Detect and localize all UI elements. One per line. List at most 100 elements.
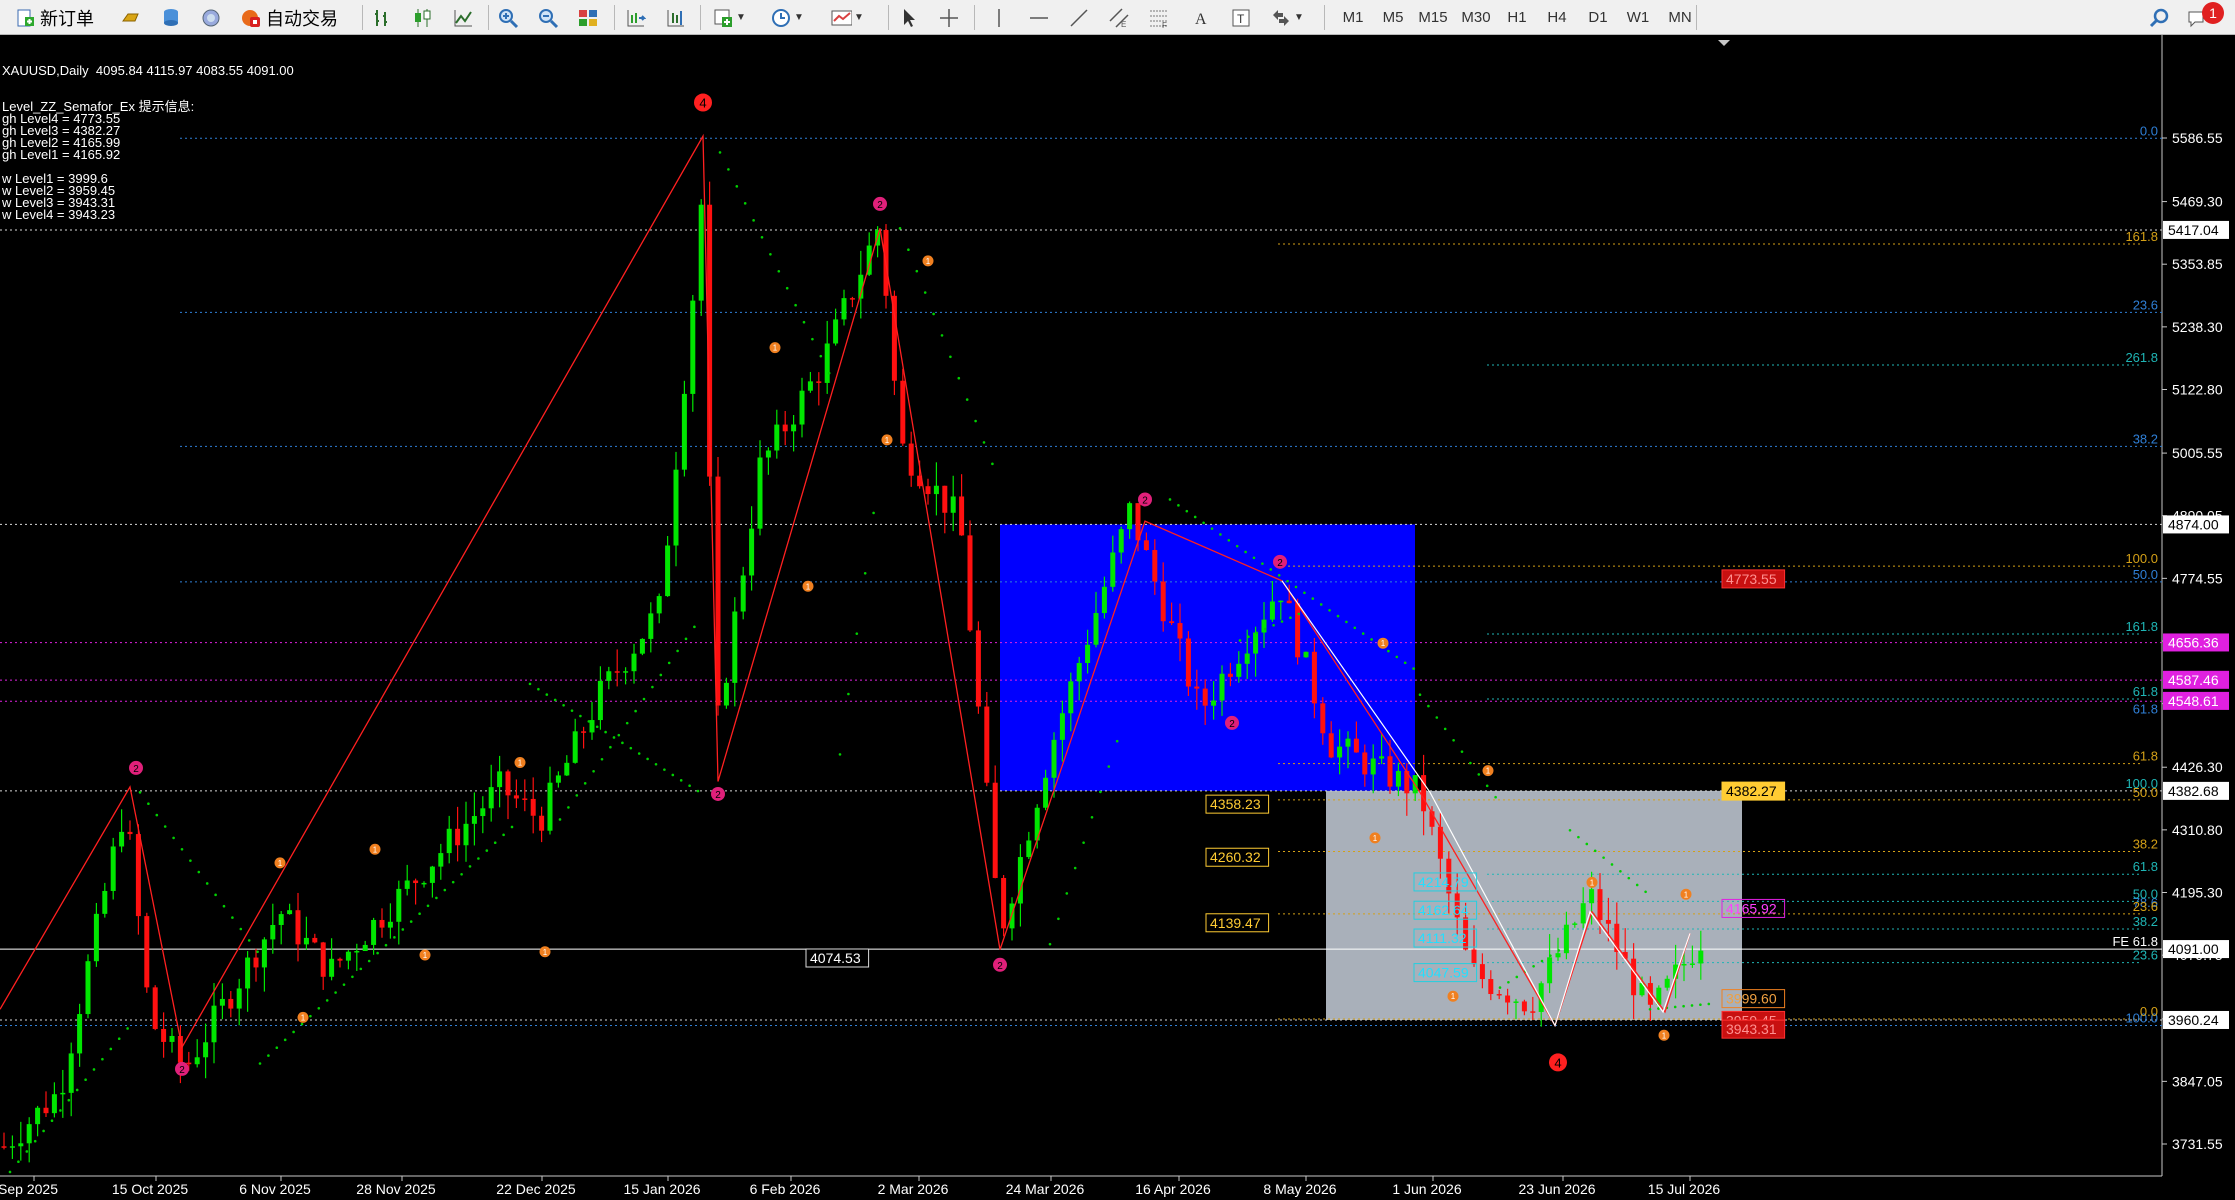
candle-body [975,630,981,707]
timeframe-w1-button[interactable]: W1 [1619,3,1657,32]
sar-dot [811,337,814,341]
sar-dot [679,779,683,782]
periodicity-menu-button[interactable]: ▼ [770,3,810,32]
price-chart[interactable]: 4 4 2 2 2 2 2 2 2 2 1 1 1 1 1 1 1 1 1 1 1 1 1 1 1 1 1 4358.23 4260.3… [0,35,2235,1200]
candle-body [1496,994,1502,996]
sar-dot [247,939,251,942]
candle-body [1177,623,1183,639]
text-tool-button[interactable]: A [1190,3,1216,32]
timeframe-m1-button[interactable]: M1 [1334,3,1372,32]
candle-body [127,831,133,835]
search-button[interactable] [2148,3,2174,32]
fib-level-label: 38.2 [2133,431,2158,446]
sar-dot [1602,856,1605,859]
sar-dot [477,857,480,860]
text-label-button[interactable]: T [1230,3,1256,32]
timeframe-h1-button[interactable]: H1 [1498,3,1536,32]
timeframe-d1-button[interactable]: D1 [1579,3,1617,32]
auto-trading-button[interactable]: 自动交易 [240,3,350,32]
semafor-marker-label: 1 [1590,878,1595,887]
price-label-text: 4047.59 [1418,965,1469,981]
sar-dot [537,687,540,691]
templates-menu-button[interactable]: ▼ [830,3,876,32]
price-label-text: 4358.23 [1210,796,1261,812]
svg-text:T: T [1237,12,1245,26]
price-label-text: 4214.79 [1418,874,1469,890]
sar-dot [553,698,557,702]
line-chart-button[interactable] [452,3,478,32]
sar-dot [267,1054,270,1057]
price-tick-label: 5122.80 [2172,382,2223,398]
sar-dot [1361,632,1365,635]
crosshair-tool-button[interactable] [938,3,964,32]
sar-dot [1235,544,1239,548]
equidistant-channel-button[interactable]: E [1108,3,1134,32]
notifications-button[interactable]: 1 [2186,2,2226,32]
fibonacci-button[interactable]: F [1148,3,1174,32]
tile-windows-icon [577,7,599,29]
price-label-text: 3943.31 [1726,1021,1777,1037]
timeframe-m5-button[interactable]: M5 [1374,3,1412,32]
zoom-in-button[interactable] [497,3,523,32]
indicator-info-panel: XAUUSD,Daily 4095.84 4115.97 4083.55 409… [2,41,294,221]
trendline-button[interactable] [1068,3,1094,32]
candlestick-button[interactable] [412,3,438,32]
sar-dot [545,693,549,696]
sar-dot [342,983,346,986]
candle-body [480,808,486,817]
chart-shift-button[interactable] [624,3,650,32]
timeframe-mn-button[interactable]: MN [1661,3,1699,32]
auto-scroll-icon [664,7,686,29]
candle-body [564,762,570,776]
semafor-marker-label: 4 [1554,1055,1561,1070]
indicators-menu-button[interactable]: ▼ [712,3,752,32]
market-watch-button[interactable] [120,3,146,32]
auto-scroll-button[interactable] [664,3,690,32]
sar-dot [485,849,489,852]
horizontal-line-button[interactable] [1028,3,1054,32]
fibonacci-icon: F [1148,7,1170,29]
sar-dot [1244,550,1247,554]
sar-dot [258,1062,262,1065]
timeframe-m15-button[interactable]: M15 [1414,3,1452,32]
fib-extension-label: 161.8 [2125,229,2158,244]
zoom-out-button[interactable] [537,3,563,32]
candle-body [488,787,494,809]
vertical-line-button[interactable] [988,3,1014,32]
arrows-menu-button[interactable]: ▼ [1270,3,1314,32]
semafor-marker-label: 2 [715,790,721,801]
bar-chart-button[interactable] [372,3,398,32]
new-order-button[interactable]: 新订单 [14,3,116,32]
candle-body [732,611,738,683]
navigator-button[interactable] [200,3,226,32]
timeframe-h4-button[interactable]: H4 [1538,3,1576,32]
timeframe-m30-button[interactable]: M30 [1457,3,1495,32]
chart-window[interactable]: 4 4 2 2 2 2 2 2 2 2 1 1 1 1 1 1 1 1 1 1 1 1 1 1 1 1 1 4358.23 4260.3… [0,35,2235,1200]
time-tick-label: 15 Oct 2025 [112,1181,188,1197]
sar-dot [621,741,624,745]
candle-body [1085,644,1091,663]
sar-dot [1427,704,1430,708]
toolbar-separator [974,5,975,30]
sar-dot [676,649,679,653]
candle-body [1328,733,1334,758]
data-window-button[interactable] [160,3,186,32]
cursor-tool-button[interactable] [898,3,924,32]
semafor-marker-label: 2 [133,764,139,775]
candle-body [1219,673,1225,701]
sar-dot [59,1109,62,1112]
channel-icon: E [1108,7,1130,29]
candle-body [1143,540,1149,551]
candle-body [539,815,545,831]
semafor-marker-label: 1 [1381,639,1386,648]
tile-windows-button[interactable] [577,3,603,32]
sar-dot [92,1068,96,1071]
sar-dot [1403,661,1407,665]
candle-body [816,381,822,383]
candle-body [690,300,696,394]
fib-extension-label: 23.6 [2133,899,2158,914]
price-scale-marker-text: 5417.04 [2168,222,2219,238]
sar-dot [1048,942,1052,946]
sar-dot [1593,849,1597,853]
sar-dot [1452,738,1455,742]
